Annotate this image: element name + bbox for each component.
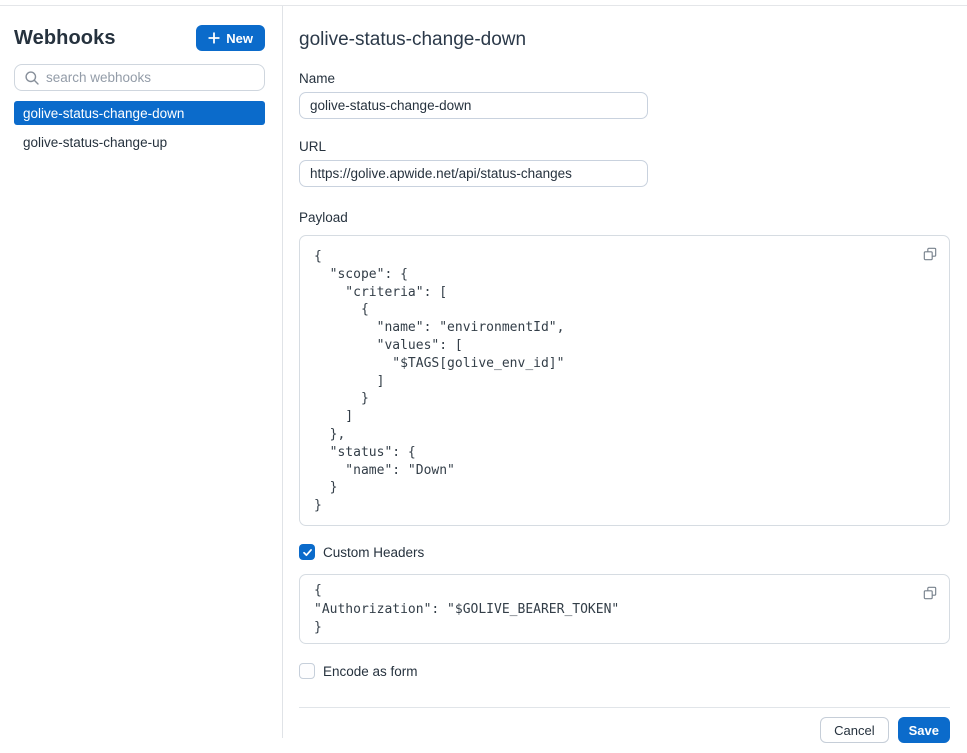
sidebar-item-golive-status-change-down[interactable]: golive-status-change-down: [14, 101, 265, 125]
copy-icon: [923, 588, 937, 603]
url-label: URL: [299, 139, 950, 154]
custom-headers-label[interactable]: Custom Headers: [323, 545, 424, 560]
new-webhook-button[interactable]: New: [196, 25, 265, 51]
sidebar-title: Webhooks: [14, 27, 116, 50]
encode-as-form-row: Encode as form: [299, 663, 950, 679]
plus-icon: [208, 32, 220, 44]
encode-as-form-label[interactable]: Encode as form: [323, 664, 418, 679]
sidebar-item-golive-status-change-up[interactable]: golive-status-change-up: [14, 130, 265, 154]
footer-actions: Cancel Save: [299, 717, 950, 743]
payload-label: Payload: [299, 210, 950, 225]
new-button-label: New: [226, 31, 253, 46]
custom-headers-checkbox[interactable]: [299, 544, 315, 560]
webhook-list: golive-status-change-down golive-status-…: [14, 101, 265, 154]
webhooks-sidebar: Webhooks New golive-status-change-down g…: [0, 6, 283, 738]
headers-editor[interactable]: { "Authorization": "$GOLIVE_BEARER_TOKEN…: [300, 575, 949, 645]
custom-headers-row: Custom Headers: [299, 544, 950, 560]
payload-editor[interactable]: { "scope": { "criteria": [ { "name": "en…: [300, 236, 949, 527]
save-button[interactable]: Save: [898, 717, 950, 743]
sidebar-header: Webhooks New: [14, 25, 265, 51]
app-layout: Webhooks New golive-status-change-down g…: [0, 6, 967, 752]
search-webhooks-input[interactable]: [15, 65, 264, 90]
cancel-button[interactable]: Cancel: [820, 717, 888, 743]
url-field[interactable]: [299, 160, 648, 187]
encode-as-form-checkbox[interactable]: [299, 663, 315, 679]
name-label: Name: [299, 71, 950, 86]
payload-editor-container: { "scope": { "criteria": [ { "name": "en…: [299, 235, 950, 526]
headers-editor-container: { "Authorization": "$GOLIVE_BEARER_TOKEN…: [299, 574, 950, 644]
headers-copy-button[interactable]: [921, 585, 939, 603]
page-title: golive-status-change-down: [299, 29, 950, 51]
check-icon: [302, 547, 313, 558]
search-box: [14, 64, 265, 91]
name-field[interactable]: [299, 92, 648, 119]
footer-divider: [299, 707, 950, 708]
copy-icon: [923, 249, 937, 264]
payload-copy-button[interactable]: [921, 246, 939, 264]
webhook-detail-panel: golive-status-change-down Name URL Paylo…: [283, 6, 967, 752]
